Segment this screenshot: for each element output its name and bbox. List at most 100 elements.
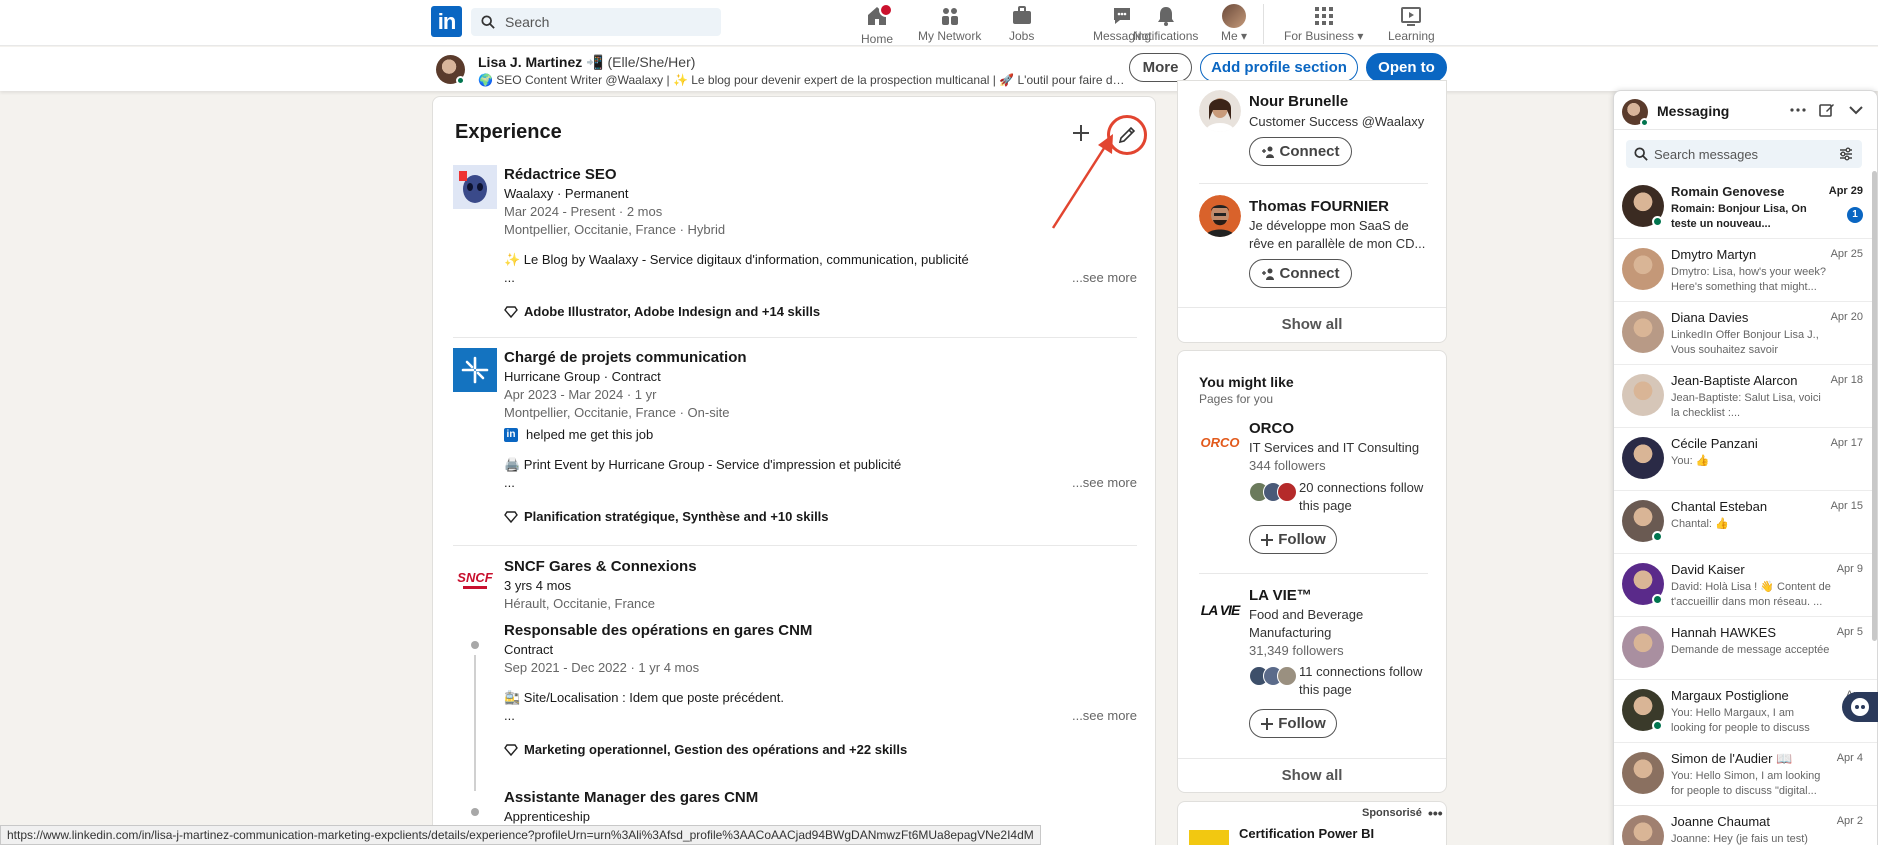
- role-skills[interactable]: Marketing operationnel, Gestion des opér…: [504, 741, 1137, 759]
- more-options-icon[interactable]: [1789, 101, 1807, 119]
- see-more-link[interactable]: ...see more: [1072, 474, 1137, 492]
- conversation-item[interactable]: Joanne Chaumat Apr 2 Joanne: Hey (je fais …: [1614, 806, 1877, 845]
- more-options-icon[interactable]: •••: [1428, 805, 1443, 821]
- filter-icon[interactable]: [1838, 146, 1854, 162]
- page-industry: IT Services and IT Consulting: [1249, 440, 1420, 455]
- orco-logo[interactable]: ORCO: [1199, 421, 1241, 463]
- conversation-item[interactable]: Simon de l'Audier 📖 Apr 4 You: Hello Simon…: [1614, 743, 1877, 806]
- page-name[interactable]: LA VIE™: [1249, 587, 1312, 604]
- compose-icon[interactable]: [1818, 101, 1836, 119]
- see-more-link[interactable]: ...see more: [1072, 269, 1137, 287]
- messaging-search-input[interactable]: [1654, 146, 1824, 162]
- unread-badge: 1: [1847, 207, 1863, 223]
- chat-icon: [1114, 8, 1131, 24]
- experience-company-title[interactable]: SNCF Gares & Connexions: [504, 557, 1137, 577]
- profile-headline: 🌍 SEO Content Writer @Waalaxy | ✨ Le blo…: [478, 73, 1128, 87]
- see-more-link[interactable]: ...see more: [1072, 707, 1137, 725]
- nav-learning[interactable]: Learning: [1388, 4, 1435, 44]
- experience-description: 🖨️ Print Event by Hurricane Group - Serv…: [504, 457, 902, 472]
- hurricane-group-logo[interactable]: [453, 348, 497, 392]
- conversation-date: Apr 9: [1836, 563, 1863, 575]
- nav-jobs[interactable]: Jobs: [1009, 4, 1034, 44]
- sncf-logo-text: SNCF: [457, 569, 493, 585]
- conversation-item[interactable]: Dmytro Martyn Apr 25 Dmytro: Lisa, how's y…: [1614, 239, 1877, 302]
- la-vie-logo[interactable]: LA VIE: [1199, 589, 1241, 631]
- assistant-bubble[interactable]: [1842, 692, 1878, 722]
- ellipsis-text: ...: [504, 270, 515, 285]
- person-name[interactable]: Nour Brunelle: [1249, 93, 1348, 110]
- avatar: [1622, 248, 1664, 290]
- nav-my-network[interactable]: My Network: [918, 4, 981, 44]
- experience-title[interactable]: Chargé de projets communication: [504, 348, 1137, 368]
- role-title[interactable]: Assistante Manager des gares CNM: [504, 788, 1137, 808]
- nav-notifications[interactable]: Notifications: [1133, 4, 1198, 44]
- timeline-line: [474, 655, 476, 791]
- nav-me[interactable]: Me ▾: [1221, 4, 1247, 44]
- conversation-name: Joanne Chaumat: [1671, 814, 1771, 829]
- online-indicator: [1652, 531, 1663, 542]
- avatar: [1222, 4, 1247, 28]
- page-name[interactable]: ORCO: [1249, 420, 1294, 437]
- role-title[interactable]: Responsable des opérations en gares CNM: [504, 621, 1137, 641]
- you-might-like-card: You might like Pages for you ORCO ORCO I…: [1177, 350, 1447, 793]
- chevron-down-icon[interactable]: [1847, 101, 1865, 119]
- sncf-logo[interactable]: SNCF: [453, 557, 497, 601]
- conversation-item[interactable]: Jean-Baptiste Alarcon Apr 18 Jean-Baptiste…: [1614, 365, 1877, 428]
- conversation-item[interactable]: Margaux PostiglioneAprYou: Hello Margaux…: [1614, 680, 1877, 743]
- show-all-button[interactable]: Show all: [1178, 307, 1446, 341]
- linkedin-logo[interactable]: in: [431, 6, 462, 37]
- nav-home[interactable]: Home: [861, 3, 894, 46]
- divider: [453, 545, 1137, 546]
- role-dates: Sep 2021 - Dec 2022 · 1 yr 4 mos: [504, 660, 700, 675]
- ellipsis-text: ...: [504, 708, 515, 723]
- bot-icon: [1851, 698, 1869, 716]
- sponsored-title[interactable]: Certification Power BI: [1239, 826, 1374, 841]
- avatar[interactable]: [1199, 90, 1241, 132]
- experience-entry: Rédactrice SEO Waalaxy · Permanent Mar 2…: [453, 165, 1137, 319]
- conversation-item[interactable]: Hannah HAWKES Apr 5 Demande de message acc…: [1614, 617, 1877, 680]
- experience-skills[interactable]: Adobe Illustrator, Adobe Indesign and +1…: [504, 303, 1137, 321]
- timeline-dot: [471, 641, 479, 649]
- conversation-name: Margaux Postiglione: [1671, 688, 1789, 703]
- more-button[interactable]: More: [1129, 53, 1192, 82]
- search-icon: [1634, 147, 1648, 161]
- avatar: [1622, 626, 1664, 668]
- timeline-dot: [471, 808, 479, 816]
- follow-button[interactable]: Follow: [1249, 525, 1337, 554]
- avatar: [1622, 815, 1664, 845]
- conversation-preview: You: 👍: [1671, 455, 1710, 467]
- open-to-button[interactable]: Open to: [1366, 53, 1447, 82]
- conversation-date: Apr 17: [1830, 437, 1863, 449]
- conversation-item[interactable]: Cécile Panzani Apr 17 You: 👍: [1614, 428, 1877, 491]
- experience-skills[interactable]: Planification stratégique, Synthèse and …: [504, 508, 1137, 526]
- power-bi-logo[interactable]: [1189, 830, 1229, 845]
- connect-button[interactable]: Connect: [1249, 259, 1352, 288]
- waalaxy-logo[interactable]: [453, 165, 497, 209]
- skills-text: Planification stratégique, Synthèse and …: [524, 509, 829, 524]
- avatar[interactable]: [1199, 195, 1241, 237]
- global-search[interactable]: [471, 8, 721, 36]
- connection-avatars: [1249, 482, 1297, 502]
- sponsored-label: Sponsorisé: [1362, 807, 1422, 819]
- messaging-search[interactable]: [1626, 140, 1862, 168]
- person-name[interactable]: Thomas FOURNIER: [1249, 198, 1389, 215]
- messaging-header[interactable]: Messaging: [1614, 91, 1877, 130]
- search-input[interactable]: [505, 14, 705, 30]
- conversation-item[interactable]: David Kaiser Apr 9 David: Holà Lisa ! 👋 Co…: [1614, 554, 1877, 617]
- add-person-icon: [1261, 268, 1274, 280]
- show-all-button[interactable]: Show all: [1178, 758, 1446, 792]
- connect-button[interactable]: Connect: [1249, 137, 1352, 166]
- nav-for-business[interactable]: For Business ▾: [1284, 4, 1363, 44]
- conversation-item[interactable]: Romain Genovese Apr 29 Romain: Bonjour Lis…: [1614, 176, 1877, 239]
- conversation-name: Chantal Esteban: [1671, 499, 1768, 514]
- follow-button[interactable]: Follow: [1249, 709, 1337, 738]
- conversation-item[interactable]: Diana Davies Apr 20 LinkedIn Offer Bonjour…: [1614, 302, 1877, 365]
- scrollbar[interactable]: [1872, 171, 1877, 641]
- divider: [453, 337, 1137, 338]
- conversation-preview: Dmytro: Lisa, how's your week? Here's so…: [1671, 266, 1826, 293]
- page-followers: 344 followers: [1249, 458, 1326, 473]
- conversation-item[interactable]: Chantal Esteban Apr 15 Chantal: 👍: [1614, 491, 1877, 554]
- diamond-icon: [504, 511, 518, 524]
- plus-icon: [1261, 533, 1274, 546]
- add-profile-section-button[interactable]: Add profile section: [1200, 53, 1358, 82]
